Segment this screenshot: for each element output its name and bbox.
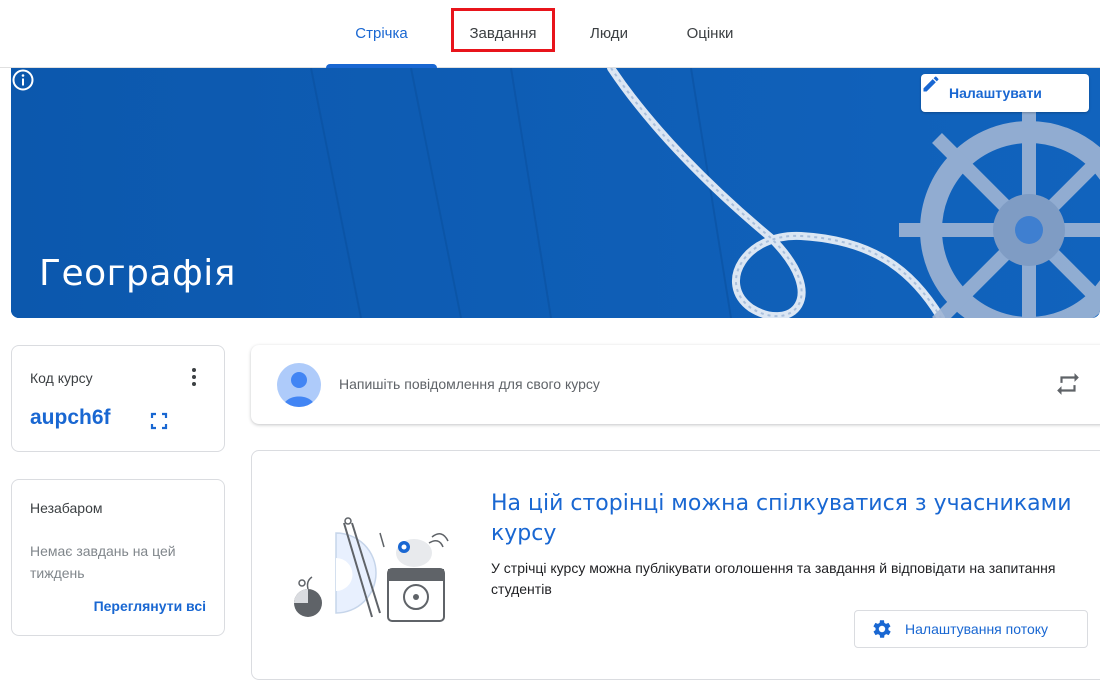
class-code-value: aupch6f	[30, 406, 111, 429]
upcoming-empty-text: Немає завдань на цей тиждень	[30, 543, 176, 581]
class-code-card: Код курсу aupch6f	[11, 345, 225, 452]
announcement-placeholder[interactable]: Напишіть повідомлення для свого курсу	[339, 376, 600, 392]
customize-label: Налаштувати	[949, 85, 1042, 101]
course-title: Географія	[39, 253, 236, 294]
upcoming-title: Незабаром	[30, 500, 103, 516]
fullscreen-icon[interactable]	[149, 411, 169, 431]
gear-icon	[873, 620, 891, 638]
info-icon[interactable]	[11, 68, 35, 92]
view-all-link[interactable]: Переглянути всі	[94, 598, 206, 614]
tab-grades[interactable]: Оцінки	[668, 0, 752, 68]
stream-illustration	[294, 517, 449, 622]
repost-icon[interactable]	[1055, 371, 1081, 397]
stream-info-description: У стрічці курсу можна публікувати оголош…	[491, 560, 1056, 597]
announcement-box[interactable]: Напишіть повідомлення для свого курсу	[251, 345, 1100, 424]
class-code-label: Код курсу	[30, 370, 93, 386]
customize-button[interactable]: Налаштувати	[921, 74, 1089, 112]
stream-settings-label: Налаштування потоку	[905, 621, 1049, 637]
highlight-annotation	[451, 8, 555, 52]
upcoming-card: Незабаром Немає завдань на цей тиждень П…	[11, 479, 225, 636]
more-vert-icon[interactable]	[190, 366, 198, 388]
course-banner: Географія Налаштувати	[11, 68, 1100, 318]
stream-info-title: На цій сторінці можна спілкуватися з уча…	[491, 491, 1072, 546]
stream-settings-button[interactable]: Налаштування потоку	[854, 610, 1088, 648]
tab-people[interactable]: Люди	[570, 0, 648, 68]
pencil-icon	[923, 76, 939, 92]
top-nav: Стрічка Завдання Люди Оцінки	[0, 0, 1100, 68]
tab-stream[interactable]: Стрічка	[326, 0, 437, 68]
stream-info-card: На цій сторінці можна спілкуватися з уча…	[251, 450, 1100, 680]
avatar	[277, 363, 321, 407]
person-icon	[283, 372, 315, 407]
